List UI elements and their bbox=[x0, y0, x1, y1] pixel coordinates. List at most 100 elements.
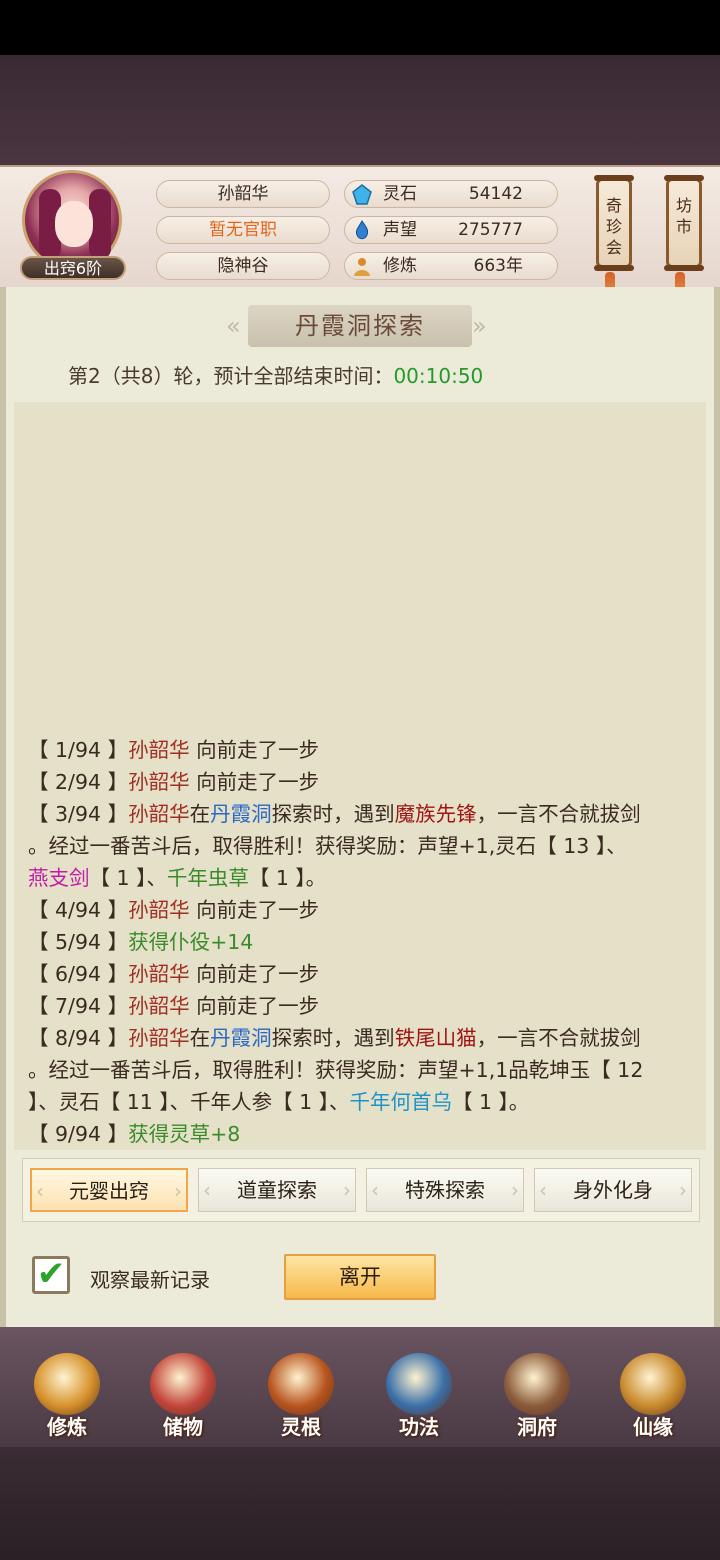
nav-item[interactable]: 灵根 bbox=[246, 1337, 356, 1447]
log-segment: 丹霞洞 bbox=[210, 1026, 272, 1050]
log-line: 【 6/94 】孙韶华 向前走了一步 bbox=[28, 958, 698, 990]
log-line: 【 9/94 】获得灵草+8 bbox=[28, 1118, 698, 1150]
meditating-monk-icon bbox=[34, 1353, 100, 1415]
resource-cultivation: 修炼 663年 bbox=[344, 252, 558, 280]
log-segment: 向前走了一步 bbox=[189, 962, 320, 986]
log-segment: 千年何首乌 bbox=[349, 1090, 452, 1114]
nav-item[interactable]: 储物 bbox=[128, 1337, 238, 1447]
tab-label: 道童探索 bbox=[237, 1178, 317, 1202]
tab-avatar-clone[interactable]: 身外化身 bbox=[534, 1168, 692, 1212]
log-segment: 。经过一番苦斗后，取得胜利！获得奖励：声望+1,灵石【 13 】、 bbox=[28, 834, 627, 858]
tab-special-explore[interactable]: 特殊探索 bbox=[366, 1168, 524, 1212]
nav-item[interactable]: 功法 bbox=[364, 1337, 474, 1447]
bottom-background bbox=[0, 1447, 720, 1560]
resource-value: 275777 bbox=[458, 220, 523, 240]
resource-label: 声望 bbox=[383, 220, 417, 240]
nav-label: 修炼 bbox=[47, 1415, 87, 1439]
log-segment: 千年虫草 bbox=[166, 866, 249, 890]
cave-palace-icon bbox=[504, 1353, 570, 1415]
log-line: 【 2/94 】孙韶华 向前走了一步 bbox=[28, 766, 698, 798]
log-line: 【 1/94 】孙韶华 向前走了一步 bbox=[28, 734, 698, 766]
treasure-fair-label: 奇珍会 bbox=[605, 196, 622, 257]
resource-value: 54142 bbox=[468, 184, 523, 204]
tab-label: 元婴出窍 bbox=[69, 1179, 149, 1203]
log-line: 【 8/94 】孙韶华在丹霞洞探索时，遇到铁尾山猫，一言不合就拔剑 bbox=[28, 1022, 698, 1054]
market-label: 坊市 bbox=[675, 196, 692, 236]
panel-title: 丹霞洞探索 bbox=[248, 305, 472, 347]
tab-acolyte-explore[interactable]: 道童探索 bbox=[198, 1168, 356, 1212]
spirit-root-swirl-icon bbox=[268, 1353, 334, 1415]
rank-badge: 出窍6阶 bbox=[20, 256, 126, 280]
log-segment: 铁尾山猫 bbox=[394, 1026, 477, 1050]
market-button[interactable]: 坊市 bbox=[664, 175, 704, 271]
title-ornament-right: » bbox=[472, 312, 487, 340]
log-segment: 向前走了一步 bbox=[189, 770, 320, 794]
exploration-log: 【 1/94 】孙韶华 向前走了一步【 2/94 】孙韶华 向前走了一步【 3/… bbox=[28, 734, 698, 1150]
log-segment: 】、灵石【 11 】、千年人参【 1 】、 bbox=[28, 1090, 350, 1114]
avatar-face bbox=[55, 201, 93, 247]
log-segment: 获得灵草+8 bbox=[128, 1122, 241, 1146]
log-segment: 孙韶华 bbox=[128, 898, 190, 922]
log-line: 】、灵石【 11 】、千年人参【 1 】、千年何首乌【 1 】。 bbox=[28, 1086, 698, 1118]
tab-label: 特殊探索 bbox=[405, 1178, 485, 1202]
spirit-stone-icon bbox=[352, 184, 372, 205]
nav-label: 灵根 bbox=[281, 1415, 321, 1439]
log-segment: 获得仆役+14 bbox=[128, 930, 254, 954]
log-segment: 【 5/94 】 bbox=[28, 930, 129, 954]
status-bar bbox=[0, 0, 720, 55]
top-background bbox=[0, 55, 720, 165]
nav-label: 洞府 bbox=[517, 1415, 557, 1439]
log-segment: 在 bbox=[189, 802, 211, 826]
resource-label: 灵石 bbox=[383, 184, 417, 204]
avatar-portrait bbox=[22, 170, 122, 270]
log-segment: 探索时，遇到 bbox=[271, 802, 395, 826]
log-segment: ，一言不合就拔剑 bbox=[476, 1026, 641, 1050]
nav-item[interactable]: 修炼 bbox=[12, 1337, 122, 1447]
log-segment: 孙韶华 bbox=[128, 1026, 190, 1050]
official-post: 暂无官职 bbox=[156, 216, 330, 244]
watch-latest-checkbox[interactable]: ✔ bbox=[32, 1256, 70, 1294]
nav-item[interactable]: 仙缘 bbox=[598, 1337, 708, 1447]
log-segment: 向前走了一步 bbox=[189, 898, 320, 922]
player-name: 孙韶华 bbox=[156, 180, 330, 208]
round-text: 第2（共8）轮，预计全部结束时间： bbox=[68, 364, 394, 388]
sect-name: 隐神谷 bbox=[156, 252, 330, 280]
treasure-bag-icon bbox=[150, 1353, 216, 1415]
log-line: 燕支剑【 1 】、千年虫草【 1 】。 bbox=[28, 862, 698, 894]
log-segment: 【 8/94 】 bbox=[28, 1026, 129, 1050]
log-segment: 孙韶华 bbox=[128, 962, 190, 986]
tab-nascent-soul[interactable]: 元婴出窍 bbox=[30, 1168, 188, 1212]
leave-button[interactable]: 离开 bbox=[284, 1254, 436, 1300]
prestige-flame-icon bbox=[356, 220, 369, 240]
log-segment: 【 1/94 】 bbox=[28, 738, 129, 762]
log-line: 【 5/94 】获得仆役+14 bbox=[28, 926, 698, 958]
title-ornament-left: « bbox=[226, 312, 241, 340]
log-segment: 燕支剑 bbox=[28, 866, 90, 890]
cultivation-icon bbox=[354, 258, 370, 276]
log-segment: 【 4/94 】 bbox=[28, 898, 129, 922]
resource-spirit-stone: 灵石 54142 bbox=[344, 180, 558, 208]
log-line: 。经过一番苦斗后，取得胜利！获得奖励：声望+1,灵石【 13 】、 bbox=[28, 830, 698, 862]
nav-label: 功法 bbox=[399, 1415, 439, 1439]
log-segment: 【 1 】。 bbox=[451, 1090, 530, 1114]
log-segment: 孙韶华 bbox=[128, 994, 190, 1018]
log-segment: 【 6/94 】 bbox=[28, 962, 129, 986]
log-segment: 【 1 】、 bbox=[89, 866, 167, 890]
scripture-book-icon bbox=[386, 1353, 452, 1415]
log-segment: 孙韶华 bbox=[128, 738, 190, 762]
log-segment: 【 1 】。 bbox=[248, 866, 327, 890]
log-segment: 【 7/94 】 bbox=[28, 994, 129, 1018]
log-segment: 孙韶华 bbox=[128, 802, 190, 826]
nav-item[interactable]: 洞府 bbox=[482, 1337, 592, 1447]
log-segment: 孙韶华 bbox=[128, 770, 190, 794]
player-avatar[interactable]: 出窍6阶 bbox=[18, 170, 128, 282]
treasure-fair-button[interactable]: 奇珍会 bbox=[594, 175, 634, 271]
resource-value: 663年 bbox=[473, 256, 523, 276]
nav-label: 仙缘 bbox=[633, 1415, 673, 1439]
gourd-yinyang-icon bbox=[620, 1353, 686, 1415]
log-segment: 向前走了一步 bbox=[189, 994, 320, 1018]
log-segment: 丹霞洞 bbox=[210, 802, 272, 826]
resource-label: 修炼 bbox=[383, 256, 417, 276]
log-line: 【 3/94 】孙韶华在丹霞洞探索时，遇到魔族先锋，一言不合就拔剑 bbox=[28, 798, 698, 830]
resource-prestige: 声望 275777 bbox=[344, 216, 558, 244]
